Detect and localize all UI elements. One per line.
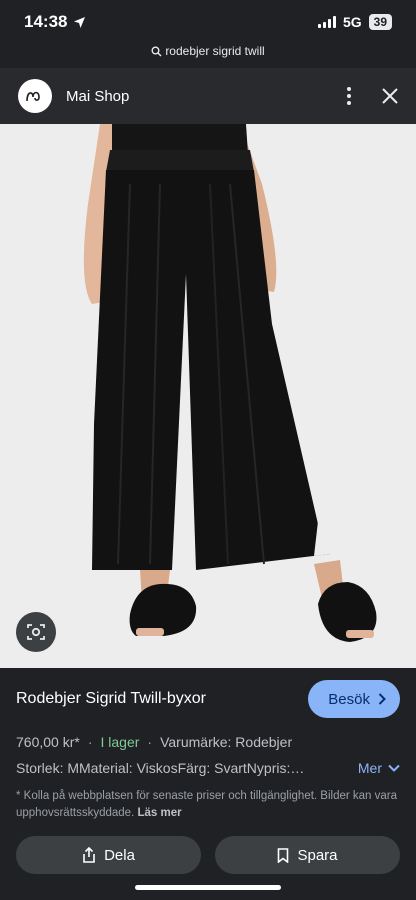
- more-label: Mer: [357, 760, 382, 776]
- product-image[interactable]: [0, 124, 416, 668]
- visit-button[interactable]: Besök: [308, 680, 400, 718]
- read-more-link[interactable]: Läs mer: [137, 807, 181, 819]
- action-buttons: Dela Spara: [16, 836, 400, 874]
- more-button[interactable]: Mer: [358, 760, 400, 776]
- disclaimer-text: * Kolla på webbplatsen för senaste prise…: [16, 790, 397, 819]
- shop-logo-icon: [26, 91, 40, 102]
- battery-icon: 39: [368, 14, 392, 30]
- status-time: 14:38: [24, 12, 86, 32]
- shop-logo[interactable]: [18, 79, 52, 113]
- product-details: Rodebjer Sigrid Twill-byxor Besök 760,00…: [0, 668, 416, 900]
- share-button[interactable]: Dela: [16, 836, 201, 874]
- save-label: Spara: [297, 846, 338, 864]
- status-bar: 14:38 5G 39: [0, 0, 416, 44]
- time-text: 14:38: [24, 12, 68, 31]
- share-icon: [83, 847, 95, 863]
- lens-icon: [27, 624, 45, 640]
- search-query-bar[interactable]: rodebjer sigrid twill: [0, 44, 416, 58]
- product-price: 760,00 kr*: [16, 734, 80, 750]
- share-label: Dela: [104, 846, 135, 864]
- product-title: Rodebjer Sigrid Twill-byxor: [16, 690, 206, 707]
- attributes-row: Storlek: MMaterial: ViskosFärg: SvartNyp…: [16, 754, 400, 782]
- header-actions: [346, 86, 398, 106]
- stock-status: I lager: [100, 734, 140, 750]
- visit-label: Besök: [328, 690, 370, 708]
- chevron-down-icon: [388, 764, 400, 772]
- disclaimer: * Kolla på webbplatsen för senaste prise…: [16, 788, 400, 822]
- search-query-text: rodebjer sigrid twill: [165, 44, 265, 58]
- close-icon[interactable]: [382, 88, 398, 104]
- price-row: 760,00 kr* · I lager · Varumärke: Rodebj…: [16, 732, 400, 752]
- bookmark-icon: [278, 847, 289, 863]
- more-options-icon[interactable]: [346, 86, 352, 106]
- product-attributes: Storlek: MMaterial: ViskosFärg: SvartNyp…: [16, 760, 305, 776]
- save-button[interactable]: Spara: [215, 836, 400, 874]
- title-row: Rodebjer Sigrid Twill-byxor Besök: [16, 668, 400, 730]
- shop-header: Mai Shop: [0, 68, 416, 124]
- chevron-right-icon: [378, 693, 386, 705]
- separator-dot: ·: [87, 734, 93, 750]
- location-arrow-icon: [74, 16, 86, 28]
- product-brand: Varumärke: Rodebjer: [160, 734, 293, 750]
- signal-icon: [317, 16, 336, 28]
- status-right: 5G 39: [317, 14, 392, 30]
- product-photo: [0, 124, 416, 668]
- separator-dot: ·: [147, 734, 153, 750]
- home-indicator[interactable]: [135, 885, 281, 890]
- search-icon: [151, 46, 162, 56]
- shop-name[interactable]: Mai Shop: [66, 88, 129, 105]
- lens-button[interactable]: [16, 612, 56, 652]
- network-label: 5G: [342, 14, 362, 30]
